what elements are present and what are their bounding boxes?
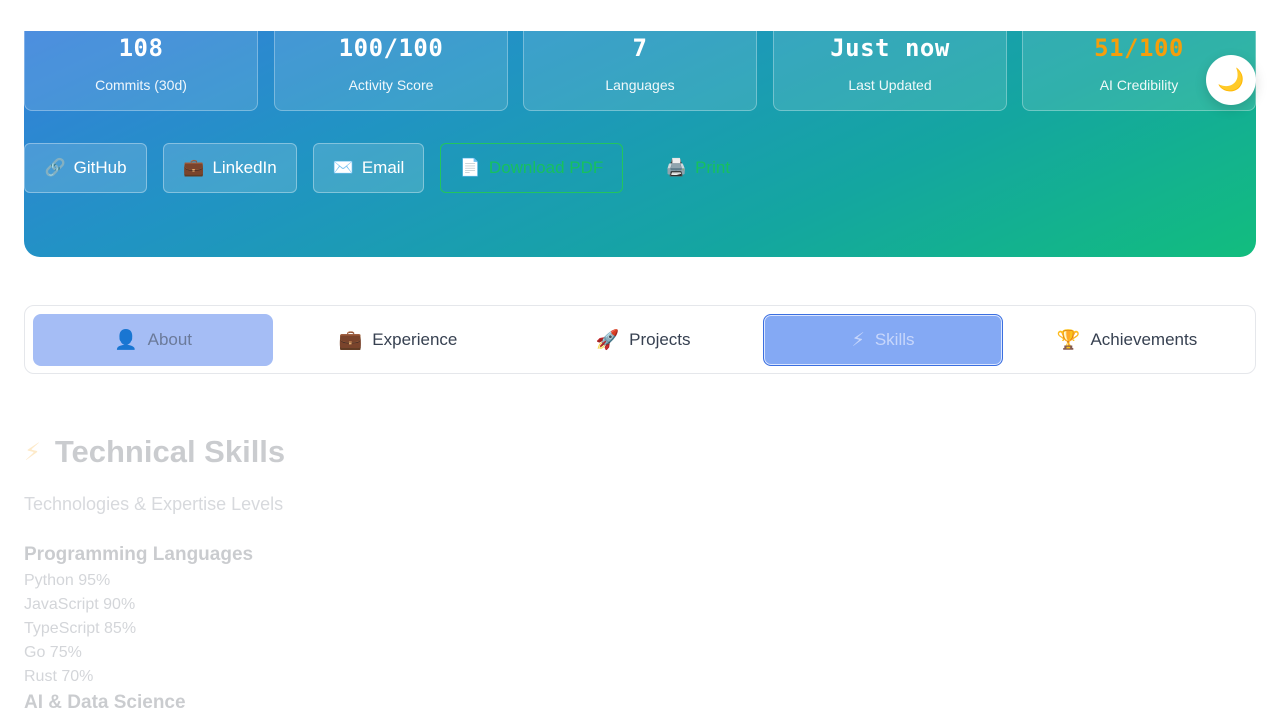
lightning-icon: ⚡ — [24, 438, 41, 466]
stat-label: Languages — [605, 77, 675, 93]
print-button[interactable]: 🖨️ Print — [643, 143, 753, 193]
stats-row: 108 Commits (30d) 100/100 Activity Score… — [24, 20, 1256, 111]
top-scroll-edge — [0, 0, 1280, 31]
skill-group-title: AI & Data Science — [24, 692, 186, 713]
section-title-text: Technical Skills — [54, 434, 286, 469]
print-label: Print — [695, 158, 731, 177]
moon-icon: 🌙 — [1217, 67, 1245, 92]
briefcase-icon: 💼 — [338, 330, 363, 351]
theme-toggle-button[interactable]: 🌙 — [1206, 55, 1256, 105]
linkedin-button[interactable]: 💼 LinkedIn — [163, 143, 297, 193]
tab-label: Achievements — [1090, 330, 1198, 349]
tab-achievements[interactable]: 🏆 Achievements — [1007, 314, 1247, 366]
stat-label: Last Updated — [848, 77, 932, 93]
stat-card-languages: 7 Languages — [523, 20, 757, 111]
tab-label: Experience — [372, 330, 458, 349]
stat-card-last-updated: Just now Last Updated — [773, 20, 1007, 111]
tab-label: About — [147, 330, 193, 349]
rocket-icon: 🚀 — [595, 330, 620, 351]
tab-experience[interactable]: 💼 Experience — [278, 314, 518, 366]
skill-item: JavaScript 90% — [24, 596, 136, 613]
download-pdf-button[interactable]: 📄 Download PDF — [440, 143, 623, 193]
stat-value: Just now — [830, 34, 950, 62]
person-icon: 👤 — [113, 330, 138, 351]
github-button[interactable]: 🔗 GitHub — [24, 143, 147, 193]
skill-group-title: Programming Languages — [24, 544, 254, 565]
stat-label: Activity Score — [348, 77, 434, 93]
lightning-icon: ⚡ — [851, 329, 865, 351]
stat-value: 108 — [118, 34, 164, 62]
skill-list: Python 95% JavaScript 90% TypeScript 85%… — [24, 569, 136, 689]
skill-item: Python 95% — [24, 572, 111, 589]
skill-item: TypeScript 85% — [24, 620, 137, 637]
link-icon: 🔗 — [44, 158, 66, 177]
linkedin-label: LinkedIn — [212, 158, 277, 177]
document-icon: 📄 — [459, 158, 481, 177]
printer-icon: 🖨️ — [665, 158, 688, 177]
stat-value: 7 — [632, 34, 648, 62]
stat-label: Commits (30d) — [95, 77, 187, 93]
stat-value: 100/100 — [338, 34, 444, 62]
tab-label: Projects — [629, 330, 691, 349]
skills-section: ⚡ Technical Skills Technologies & Expert… — [24, 430, 1256, 713]
tab-projects[interactable]: 🚀 Projects — [523, 314, 763, 366]
stat-card-commits: 108 Commits (30d) — [24, 20, 258, 111]
email-label: Email — [361, 158, 405, 177]
stat-card-activity-score: 100/100 Activity Score — [274, 20, 508, 111]
envelope-icon: ✉️ — [332, 158, 354, 177]
section-tabs: 👤 About 💼 Experience 🚀 Projects ⚡ Skills… — [24, 305, 1256, 374]
skill-item: Rust 70% — [24, 668, 94, 685]
email-button[interactable]: ✉️ Email — [313, 143, 424, 193]
briefcase-icon: 💼 — [183, 158, 205, 177]
skill-item: Go 75% — [24, 644, 82, 661]
section-title: ⚡ Technical Skills — [24, 430, 1256, 474]
github-label: GitHub — [73, 158, 127, 177]
section-subtitle: Technologies & Expertise Levels — [24, 494, 284, 514]
tab-label: Skills — [874, 330, 915, 349]
tab-about[interactable]: 👤 About — [33, 314, 273, 366]
tab-skills[interactable]: ⚡ Skills — [763, 314, 1003, 366]
trophy-icon: 🏆 — [1056, 330, 1081, 351]
download-pdf-label: Download PDF — [488, 158, 604, 177]
